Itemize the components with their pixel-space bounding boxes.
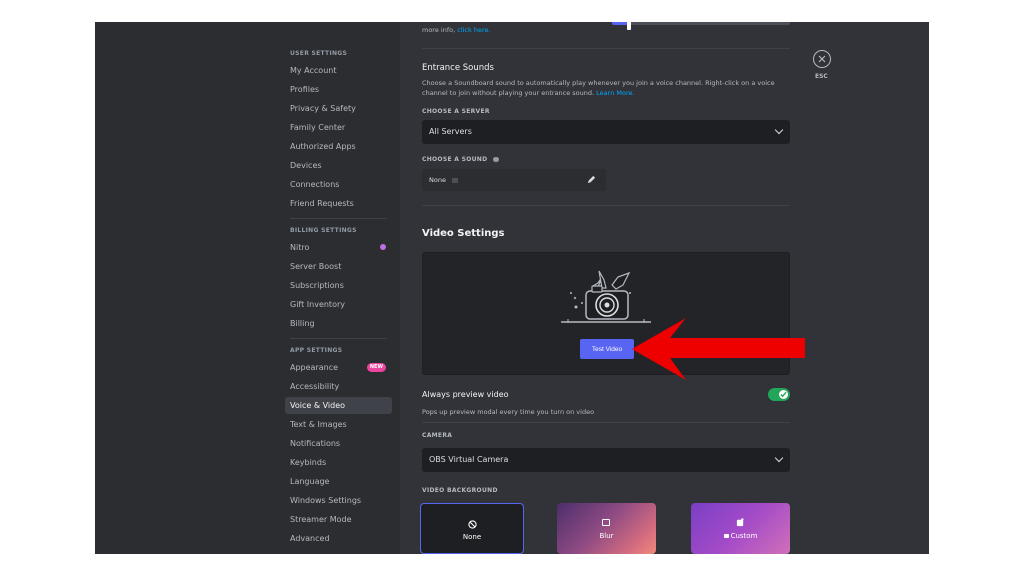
image-add-icon [736,518,744,527]
chevron-down-icon [774,125,784,135]
camera-label: CAMERA [422,432,453,439]
camera-select-value: OBS Virtual Camera [429,455,509,464]
bg-option-none[interactable]: None [420,503,524,554]
close-icon [818,55,826,63]
sidebar-divider [290,218,387,219]
close-button[interactable] [813,50,831,68]
sound-select-value: None [429,176,446,184]
server-select-value: All Servers [429,127,472,136]
video-settings-title: Video Settings [422,228,505,239]
billing-settings-header: BILLING SETTINGS [290,227,357,234]
sidebar-item-language[interactable]: Language [285,473,392,490]
entrance-sounds-description: Choose a Soundboard sound to automatical… [422,79,775,97]
sidebar-item-family-center[interactable]: Family Center [285,119,392,136]
sidebar-item-voice-video[interactable]: Voice & Video [285,397,392,414]
bg-option-blur[interactable]: Blur [557,503,656,554]
choose-sound-label: CHOOSE A SOUND [422,156,499,163]
sidebar-item-my-account[interactable]: My Account [285,62,392,79]
camera-select[interactable]: OBS Virtual Camera [422,448,790,472]
red-arrow-annotation [632,318,805,380]
blur-icon [602,519,610,526]
settings-content: more info, click here. Entrance Sounds C… [420,22,790,554]
section-divider [422,205,790,206]
sidebar-item-profiles[interactable]: Profiles [285,81,392,98]
sidebar-item-server-boost[interactable]: Server Boost [285,258,392,275]
section-divider [422,422,790,423]
app-settings-header: APP SETTINGS [290,347,343,354]
learn-more-link[interactable]: Learn More. [596,89,634,97]
sidebar-item-connections[interactable]: Connections [285,176,392,193]
slider-fill [612,22,628,25]
always-preview-description: Pops up preview modal every time you tur… [422,408,595,416]
pencil-icon[interactable] [587,175,596,184]
slider-track[interactable] [612,22,790,25]
sidebar-item-keybinds[interactable]: Keybinds [285,454,392,471]
sidebar-item-appearance[interactable]: Appearance NEW [285,359,392,376]
sidebar-item-nitro[interactable]: Nitro [285,239,392,256]
sidebar-item-friend-requests[interactable]: Friend Requests [285,195,392,212]
sidebar-item-devices[interactable]: Devices [285,157,392,174]
new-badge: NEW [366,363,386,372]
bg-option-label: None [462,533,482,541]
sidebar-item-streamer-mode[interactable]: Streamer Mode [285,511,392,528]
entrance-sounds-title: Entrance Sounds [422,63,494,73]
sidebar-item-label: Appearance [290,363,339,372]
chevron-down-icon [774,453,784,463]
more-info-text: more info, click here. [422,26,491,34]
speaker-icon [452,177,459,183]
bg-option-label: Custom [691,532,790,540]
sidebar-item-advanced[interactable]: Advanced [285,530,392,547]
blocked-icon [468,520,477,529]
sidebar-item-label: Nitro [290,243,310,252]
sidebar-item-subscriptions[interactable]: Subscriptions [285,277,392,294]
custom-icon [723,534,729,538]
sidebar-item-accessibility[interactable]: Accessibility [285,378,392,395]
user-settings-header: USER SETTINGS [290,50,348,57]
click-here-link[interactable]: click here. [457,26,490,34]
server-select[interactable]: All Servers [422,120,790,144]
check-icon [780,391,787,398]
sound-select[interactable]: None [422,169,606,191]
sidebar-item-billing[interactable]: Billing [285,315,392,332]
bg-option-label: Blur [599,532,614,540]
video-background-label: VIDEO BACKGROUND [422,487,498,494]
sidebar-item-authorized-apps[interactable]: Authorized Apps [285,138,392,155]
sidebar-divider [290,338,387,339]
esc-label: ESC [815,73,828,80]
sidebar-item-notifications[interactable]: Notifications [285,435,392,452]
nitro-icon [380,244,386,250]
always-preview-title: Always preview video [422,390,509,399]
settings-sidebar: USER SETTINGS My Account Profiles Privac… [285,22,395,554]
slider-handle[interactable] [627,22,631,30]
settings-window: USER SETTINGS My Account Profiles Privac… [95,22,929,554]
sidebar-item-windows-settings[interactable]: Windows Settings [285,492,392,509]
sidebar-item-privacy-safety[interactable]: Privacy & Safety [285,100,392,117]
test-video-button[interactable]: Test Video [580,339,634,359]
info-icon [492,157,499,162]
sidebar-item-text-images[interactable]: Text & Images [285,416,392,433]
always-preview-toggle[interactable] [768,388,790,401]
bg-option-custom[interactable]: Custom [691,503,790,554]
choose-server-label: CHOOSE A SERVER [422,108,490,115]
section-divider [422,48,790,49]
sidebar-item-gift-inventory[interactable]: Gift Inventory [285,296,392,313]
